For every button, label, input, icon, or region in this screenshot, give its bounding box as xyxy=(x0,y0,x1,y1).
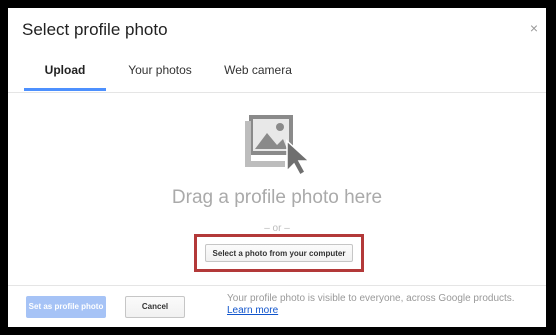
tab-web-camera[interactable]: Web camera xyxy=(218,54,298,90)
learn-more-link[interactable]: Learn more xyxy=(227,305,278,316)
tab-bar: Upload photos Your photos Web camera xyxy=(8,54,546,109)
tab-your-photos[interactable]: Your photos xyxy=(121,54,199,90)
drag-instruction: Drag a profile photo here xyxy=(171,187,383,208)
dialog-footer: Set as profile photo Cancel Your profile… xyxy=(8,285,546,327)
close-icon[interactable]: × xyxy=(530,20,538,36)
or-separator: – or – xyxy=(264,223,290,234)
set-profile-photo-button[interactable]: Set as profile photo xyxy=(26,296,106,318)
select-photo-button[interactable]: Select a photo from your computer xyxy=(205,244,353,262)
photo-drop-icon xyxy=(245,115,311,177)
dialog-title: Select profile photo xyxy=(22,20,168,39)
notice-text: Your profile photo is visible to everyon… xyxy=(227,293,515,304)
select-profile-photo-dialog: Select profile photo × Upload photos You… xyxy=(8,8,546,327)
cancel-button[interactable]: Cancel xyxy=(125,296,185,318)
visibility-notice: Your profile photo is visible to everyon… xyxy=(227,293,527,317)
tab-upload-photos[interactable]: Upload photos xyxy=(24,54,106,109)
upload-drop-zone[interactable]: Drag a profile photo here – or – Select … xyxy=(8,93,546,283)
